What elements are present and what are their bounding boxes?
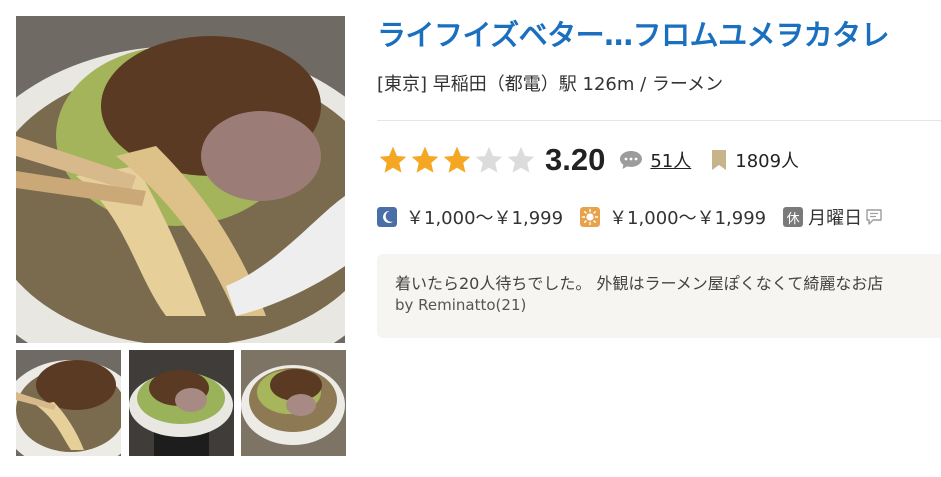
divider <box>377 120 941 121</box>
ramen-photo-thumb-2 <box>129 350 234 456</box>
restaurant-name-link[interactable]: ライフイズベター…フロムユメヲカタレ <box>377 12 890 54</box>
sun-icon <box>580 207 601 227</box>
star-rating <box>377 144 537 176</box>
photo-thumbnail-2[interactable] <box>129 350 234 456</box>
bookmark-count: 1809人 <box>735 151 800 172</box>
ramen-photo-thumb-3 <box>241 350 346 456</box>
price-row: ￥1,000～￥1,999 ￥1,000～￥1,999 休 月曜日 <box>377 203 883 231</box>
bookmark-icon[interactable] <box>711 150 727 170</box>
main-photo[interactable] <box>16 16 345 343</box>
review-excerpt-text: 着いたら20人待ちでした。 外観はラーメン屋ぽくなくて綺麗なお店 <box>395 274 884 293</box>
star-icon <box>475 146 503 173</box>
review-count-link[interactable]: 51人 <box>650 147 691 173</box>
star-icon <box>379 146 407 173</box>
speech-info-icon[interactable] <box>865 208 883 226</box>
ramen-photo-main <box>16 16 345 343</box>
area-genre: [東京] 早稲田（都電）駅 126m / ラーメン <box>377 74 724 95</box>
photo-thumbnail-3[interactable] <box>241 350 346 456</box>
dinner-price: ￥1,000～￥1,999 <box>406 208 564 229</box>
closed-day-icon: 休 <box>783 207 804 227</box>
photo-thumbnail-1[interactable] <box>16 350 121 456</box>
lunch-price: ￥1,000～￥1,999 <box>609 208 767 229</box>
holiday-text: 月曜日 <box>808 208 863 229</box>
rating-score: 3.20 <box>545 142 606 177</box>
review-excerpt-card[interactable]: 着いたら20人待ちでした。 外観はラーメン屋ぽくなくて綺麗なお店 by Remi… <box>377 254 941 338</box>
review-author: by Reminatto(21) <box>395 296 527 314</box>
star-icon <box>443 146 471 173</box>
comment-icon <box>620 151 643 169</box>
rating-row: 3.20 51人 1809人 <box>377 140 799 180</box>
moon-icon <box>377 207 397 227</box>
ramen-photo-thumb-1 <box>16 350 121 456</box>
star-icon <box>507 146 535 173</box>
star-icon <box>411 146 439 173</box>
